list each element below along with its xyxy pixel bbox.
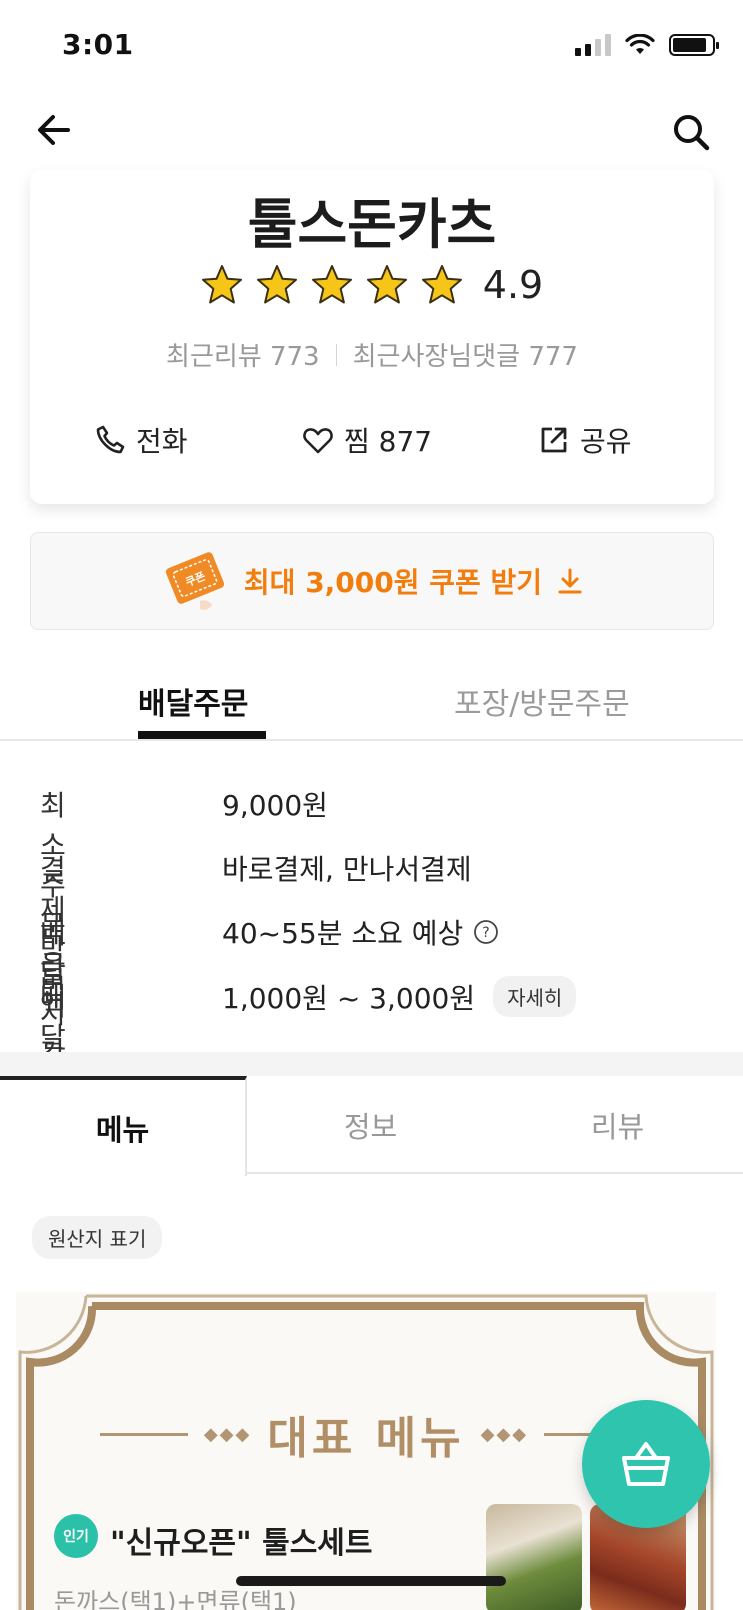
status-time: 3:01: [62, 28, 134, 61]
review-summary: 최근리뷰 773 최근사장님댓글 777: [30, 336, 714, 373]
heart-icon: [303, 428, 333, 454]
star-icon: [201, 265, 242, 304]
payment-value: 바로결제, 만나서결제: [222, 853, 472, 886]
coupon-banner[interactable]: 쿠폰 최대 3,000원 쿠폰 받기: [30, 532, 714, 630]
tab-pickup[interactable]: 포장/방문주문: [454, 679, 630, 723]
delivery-time-value: 40~55분 소요 예상: [222, 917, 464, 950]
back-arrow-icon[interactable]: [34, 110, 74, 150]
featured-title: 대표 메뉴: [267, 1413, 465, 1464]
help-icon[interactable]: ?: [473, 919, 499, 945]
star-icon: [311, 265, 352, 304]
decorative-line: [99, 1432, 188, 1436]
menu-item-name: "신규오픈" 툴스세트: [110, 1526, 373, 1561]
menu-item-photo[interactable]: [486, 1504, 582, 1610]
tab-delivery[interactable]: 배달주문: [138, 679, 248, 723]
info-value: 1,000원 ~ 3,000원 자세히: [222, 976, 577, 1017]
order-type-tabs: 배달주문 포장/방문주문: [0, 665, 743, 741]
wifi-icon: [625, 34, 655, 54]
coupon-icon: 쿠폰: [165, 552, 225, 610]
home-indicator: [236, 1576, 506, 1586]
star-icon: [256, 265, 297, 304]
divider: [335, 343, 337, 366]
section-divider: [0, 1052, 743, 1076]
decorative-dots: ◆◆◆: [203, 1423, 252, 1445]
share-label: 공유: [580, 425, 632, 458]
star-icon: [421, 265, 462, 304]
recent-reviews-link[interactable]: 최근리뷰 773: [166, 336, 320, 373]
share-icon: [541, 427, 567, 453]
owner-replies-link[interactable]: 최근사장님댓글 777: [353, 336, 578, 373]
favorite-button[interactable]: 찜 877: [302, 420, 432, 460]
delivery-tip-value: 1,000원 ~ 3,000원: [222, 981, 476, 1015]
download-icon: [558, 568, 582, 594]
tab-info[interactable]: 정보: [247, 1076, 494, 1174]
signal-icon: [575, 34, 611, 56]
tab-menu[interactable]: 메뉴: [0, 1076, 247, 1176]
info-value: 40~55분 소요 예상 ?: [222, 912, 499, 952]
battery-icon: [669, 34, 719, 56]
star-rating: [201, 264, 463, 306]
share-button[interactable]: 공유: [538, 420, 632, 460]
status-icons: [575, 34, 719, 56]
status-bar: 3:01: [0, 0, 743, 96]
rating-value: 4.9: [482, 263, 544, 307]
search-icon[interactable]: [669, 110, 713, 154]
tab-review[interactable]: 리뷰: [494, 1076, 741, 1174]
store-actions: 전화 찜 877 공유: [30, 420, 714, 470]
decorative-dots: ◆◆◆: [480, 1423, 529, 1445]
origin-label-button[interactable]: 원산지 표기: [32, 1216, 163, 1259]
cart-button[interactable]: [582, 1400, 710, 1528]
menu-item-description: 돈까스(택1)+면류(택1): [54, 1588, 297, 1610]
store-name: 툴스돈카츠: [247, 193, 497, 256]
info-value: 바로결제, 만나서결제: [222, 848, 472, 888]
info-value: 9,000원: [222, 784, 328, 824]
store-card: 툴스돈카츠 4.9 최근리뷰 773 최근사장님댓글 777 전화 찜 877: [30, 170, 714, 504]
svg-text:?: ?: [483, 925, 490, 941]
star-icon: [366, 265, 407, 304]
min-order-value: 9,000원: [222, 789, 328, 822]
rating-row: 4.9: [30, 263, 714, 307]
call-label: 전화: [136, 425, 188, 458]
call-button[interactable]: 전화: [94, 420, 188, 460]
popular-badge: 인기: [54, 1514, 98, 1558]
delivery-tip-detail-button[interactable]: 자세히: [493, 976, 577, 1017]
phone-icon: [96, 425, 125, 454]
favorite-label: 찜 877: [344, 425, 433, 458]
active-tab-indicator: [138, 731, 266, 739]
coupon-label: 최대 3,000원 쿠폰 받기: [243, 566, 543, 599]
basket-icon: [622, 1442, 670, 1486]
content-tabs: 메뉴 정보 리뷰: [0, 1076, 743, 1176]
